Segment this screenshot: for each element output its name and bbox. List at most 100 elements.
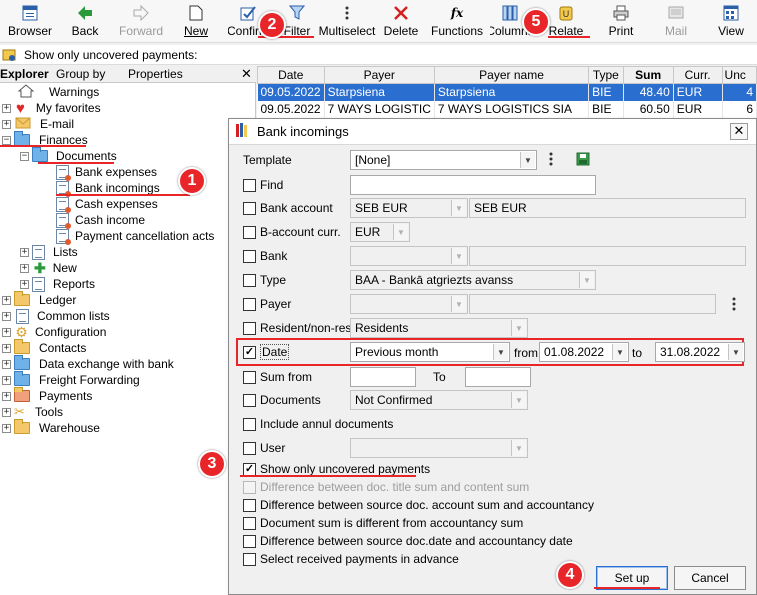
cancel-button[interactable]: Cancel (674, 566, 746, 590)
column-header[interactable]: Unc (721, 66, 757, 84)
doc-sum-different-checkbox[interactable] (243, 516, 256, 530)
tree-item-cash-income[interactable]: Cash income (56, 212, 145, 229)
payer-menu-icon[interactable] (732, 297, 736, 314)
column-header[interactable]: Payer (323, 66, 435, 84)
chevron-down-icon[interactable]: ▼ (520, 152, 535, 168)
tree-item-cash-expenses[interactable]: Cash expenses (56, 196, 158, 213)
date-to-picker[interactable]: 31.08.2022 ▼ (655, 342, 745, 362)
resident-select[interactable]: Residents ▼ (350, 318, 528, 338)
date-period-select[interactable]: Previous month ▼ (350, 342, 510, 362)
type-checkbox[interactable] (243, 273, 256, 287)
bank-account-checkbox[interactable] (243, 201, 256, 215)
view-button[interactable]: View (716, 2, 746, 40)
tree-item-data-exchange-with-bank[interactable]: + Data exchange with bank (2, 355, 174, 372)
mail-button[interactable]: Mail (662, 2, 690, 40)
expand-icon[interactable]: + (2, 423, 11, 433)
diff-source-accountancy-checkbox[interactable] (243, 498, 256, 512)
expand-icon[interactable]: + (20, 279, 29, 289)
b-account-curr-select[interactable]: EUR ▼ (350, 222, 410, 242)
tree-item-warehouse[interactable]: + Warehouse (2, 419, 100, 436)
expand-icon[interactable]: + (20, 247, 29, 257)
expand-icon[interactable]: + (2, 359, 11, 369)
resident-checkbox[interactable] (243, 321, 256, 335)
column-header[interactable]: Sum (622, 66, 674, 84)
expand-icon[interactable]: + (2, 103, 11, 113)
tree-item-warnings[interactable]: Warnings (17, 83, 99, 100)
chevron-down-icon[interactable]: ▼ (728, 344, 743, 360)
expand-icon[interactable]: + (2, 391, 11, 401)
date-checkbox[interactable] (243, 345, 256, 359)
expand-icon[interactable]: + (2, 327, 11, 337)
expand-icon[interactable]: + (2, 343, 11, 353)
tree-item-email[interactable]: + E-mail (2, 116, 74, 132)
print-button[interactable]: Print (606, 2, 636, 40)
expand-icon[interactable]: + (2, 119, 11, 129)
tab-properties[interactable]: Properties (128, 67, 183, 81)
explorer-close-icon[interactable]: ✕ (241, 66, 252, 82)
select-received-checkbox[interactable] (243, 552, 256, 566)
expand-icon[interactable]: + (2, 295, 11, 305)
user-select[interactable]: ▼ (350, 438, 528, 458)
tree-item-reports[interactable]: + Reports (20, 276, 95, 292)
bank-checkbox[interactable] (243, 249, 256, 263)
payer-checkbox[interactable] (243, 297, 256, 311)
tree-item-payment-cancellation-acts[interactable]: Payment cancellation acts (56, 228, 214, 245)
filter-button[interactable]: Filter (282, 2, 312, 40)
save-icon[interactable] (576, 152, 590, 169)
browser-button[interactable]: Browser (8, 2, 52, 40)
delete-button[interactable]: Delete (384, 2, 418, 40)
chevron-down-icon[interactable]: ▼ (493, 344, 508, 360)
b-account-curr-checkbox[interactable] (243, 225, 256, 239)
tab-group-by[interactable]: Group by (56, 67, 105, 81)
tab-explorer[interactable]: Explorer (0, 67, 49, 81)
collapse-icon[interactable]: − (2, 135, 11, 145)
tree-item-my-favorites[interactable]: + ♥ My favorites (2, 100, 101, 117)
table-row[interactable]: 09.05.2022 7 WAYS LOGISTIC 7 WAYS LOGIST… (257, 100, 757, 118)
relate-button[interactable]: U Relate (548, 2, 584, 40)
uncovered-checkbox[interactable] (243, 462, 256, 476)
documents-select[interactable]: Not Confirmed ▼ (350, 390, 528, 410)
multiselect-button[interactable]: Multiselect (319, 2, 375, 40)
tree-item-tools[interactable]: + ✂ Tools (2, 404, 63, 420)
diff-source-date-row[interactable]: Difference between source doc.date and a… (243, 531, 573, 551)
diff-source-date-checkbox[interactable] (243, 534, 256, 548)
tree-item-ledger[interactable]: + Ledger (2, 291, 76, 308)
template-select[interactable]: [None] ▼ (350, 150, 537, 170)
tree-item-freight-forwarding[interactable]: + Freight Forwarding (2, 371, 140, 388)
new-button[interactable]: New (182, 2, 210, 40)
user-checkbox[interactable] (243, 441, 256, 455)
tree-item-payments[interactable]: + Payments (2, 387, 92, 404)
find-checkbox[interactable] (243, 178, 256, 192)
sum-to-input[interactable] (465, 367, 531, 387)
template-menu-icon[interactable] (549, 152, 553, 169)
tree-item-contacts[interactable]: + Contacts (2, 339, 86, 356)
bank-account-code-select[interactable]: SEB EUR ▼ (350, 198, 468, 218)
forward-button[interactable]: Forward (118, 2, 164, 40)
expand-icon[interactable]: + (2, 311, 11, 321)
column-header[interactable]: Payer name (433, 66, 590, 84)
expand-icon[interactable]: + (2, 407, 11, 417)
expand-icon[interactable]: + (20, 263, 29, 273)
back-button[interactable]: Back (66, 2, 104, 40)
column-header[interactable]: Date (257, 66, 325, 84)
tree-item-common-lists[interactable]: + Common lists (2, 308, 110, 324)
diff-source-accountancy-row[interactable]: Difference between source doc. account s… (243, 495, 594, 515)
type-select[interactable]: BAA - Bankā atgriezts avanss ▼ (350, 270, 596, 290)
column-header[interactable]: Curr. (672, 66, 723, 84)
doc-sum-different-row[interactable]: Document sum is different from accountan… (243, 513, 523, 533)
tree-item-configuration[interactable]: + ⚙ Configuration (2, 324, 106, 340)
sum-from-input[interactable] (350, 367, 416, 387)
documents-checkbox[interactable] (243, 393, 256, 407)
expand-icon[interactable]: + (2, 375, 11, 385)
include-annul-checkbox[interactable] (243, 417, 256, 431)
tree-item-lists[interactable]: + Lists (20, 244, 78, 260)
table-row[interactable]: 09.05.2022 Starpsiena Starpsiena BIE 48.… (257, 83, 757, 101)
tree-item-new[interactable]: + ✚ New (20, 260, 77, 276)
collapse-icon[interactable]: − (20, 151, 29, 161)
include-annul-row[interactable]: Include annul documents (243, 414, 393, 434)
functions-button[interactable]: fx Functions (431, 2, 483, 40)
bank-select[interactable]: ▼ (350, 246, 468, 266)
column-header[interactable]: Type (588, 66, 624, 84)
sum-from-checkbox[interactable] (243, 370, 256, 384)
select-received-row[interactable]: Select received payments in advance (243, 549, 459, 569)
